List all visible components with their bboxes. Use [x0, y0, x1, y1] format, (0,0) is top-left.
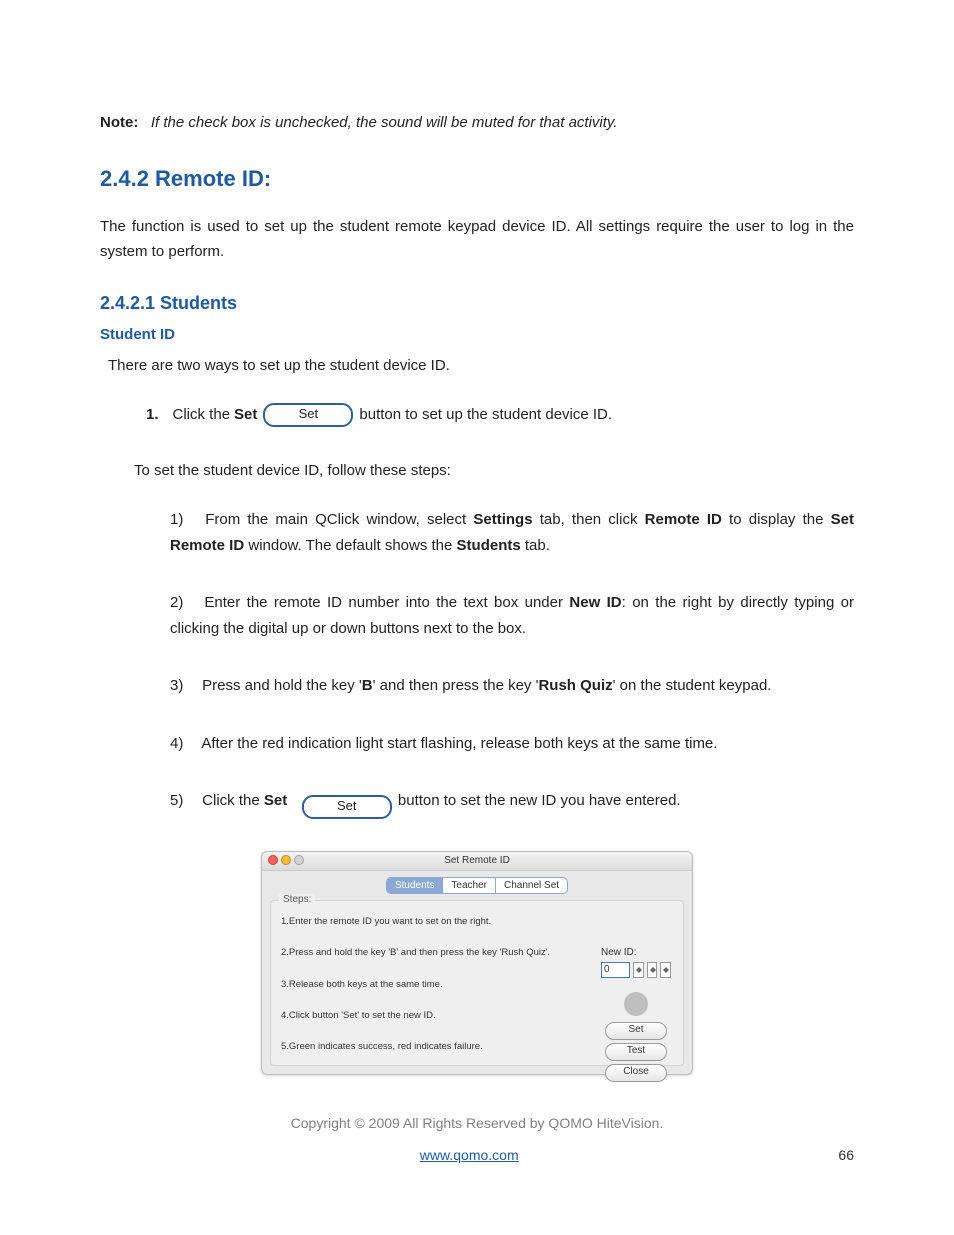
new-id-input[interactable]: 0: [601, 962, 630, 978]
win-steps-column: 1.Enter the remote ID you want to set on…: [281, 915, 561, 1053]
group-legend: Steps:: [279, 894, 315, 905]
spinner-3[interactable]: [660, 962, 671, 978]
tab-channel-set[interactable]: Channel Set: [496, 878, 567, 893]
window-titlebar: Set Remote ID: [262, 852, 692, 871]
footer-link[interactable]: www.qomo.com: [420, 1147, 519, 1163]
window-traffic-lights: [268, 855, 304, 865]
spinner-1[interactable]: [633, 962, 644, 978]
step1: 1) From the main QClick window, select S…: [170, 507, 854, 558]
note-label: Note:: [100, 114, 138, 131]
win-side-column: New ID: 0 Set Test Close: [601, 947, 671, 1085]
method1-post: button to set up the student device ID.: [359, 402, 612, 428]
win-step3: 3.Release both keys at the same time.: [281, 978, 561, 991]
inline-set-button[interactable]: Set: [263, 403, 353, 427]
numbered-steps: 1) From the main QClick window, select S…: [100, 507, 854, 819]
step1-num: 1): [170, 507, 198, 533]
page-number: 66: [838, 1147, 854, 1163]
step3: 3) Press and hold the key 'B' and then p…: [170, 673, 854, 699]
tab-students[interactable]: Students: [387, 878, 443, 893]
step5-num: 5): [170, 788, 198, 814]
minimize-icon[interactable]: [281, 855, 291, 865]
win-step5: 5.Green indicates success, red indicates…: [281, 1040, 561, 1053]
close-icon[interactable]: [268, 855, 278, 865]
win-step1: 1.Enter the remote ID you want to set on…: [281, 915, 561, 928]
window-title: Set Remote ID: [444, 855, 510, 866]
new-id-label: New ID:: [601, 947, 671, 958]
step5: 5) Click the Set Set button to set the n…: [170, 788, 854, 819]
zoom-icon[interactable]: [294, 855, 304, 865]
heading-2421: 2.4.2.1 Students: [100, 293, 854, 314]
spinner-2[interactable]: [647, 962, 658, 978]
status-indicator-icon: [624, 992, 648, 1016]
intro-para: There are two ways to set up the student…: [108, 353, 854, 379]
set-remote-id-window: Set Remote ID Students Teacher Channel S…: [261, 851, 693, 1075]
copyright: Copyright © 2009 All Rights Reserved by …: [100, 1115, 854, 1131]
step2: 2) Enter the remote ID number into the t…: [170, 590, 854, 641]
para-242: The function is used to set up the stude…: [100, 214, 854, 265]
method1-pre: Click the: [173, 402, 231, 428]
step3-num: 3): [170, 673, 198, 699]
inline-set-button-2[interactable]: Set: [302, 795, 392, 819]
tab-bar: Students Teacher Channel Set: [262, 871, 692, 894]
close-button[interactable]: Close: [605, 1064, 667, 1082]
heading-242: 2.4.2 Remote ID:: [100, 166, 854, 192]
method1-num: 1.: [146, 402, 159, 428]
step4-num: 4): [170, 731, 198, 757]
method1-row: 1. Click the Set Set button to set up th…: [146, 402, 854, 428]
win-step2: 2.Press and hold the key 'B' and then pr…: [281, 946, 561, 959]
note-body: If the check box is unchecked, the sound…: [151, 114, 618, 131]
steps-group: Steps: 1.Enter the remote ID you want to…: [270, 900, 684, 1066]
method1-bold: Set: [234, 402, 257, 428]
set-button[interactable]: Set: [605, 1022, 667, 1040]
step2-num: 2): [170, 590, 198, 616]
note-line: Note: If the check box is unchecked, the…: [100, 110, 854, 136]
follow-para: To set the student device ID, follow the…: [134, 458, 854, 484]
test-button[interactable]: Test: [605, 1043, 667, 1061]
tab-teacher[interactable]: Teacher: [443, 878, 496, 893]
win-step4: 4.Click button 'Set' to set the new ID.: [281, 1009, 561, 1022]
step4: 4) After the red indication light start …: [170, 731, 854, 757]
heading-student-id: Student ID: [100, 326, 854, 343]
